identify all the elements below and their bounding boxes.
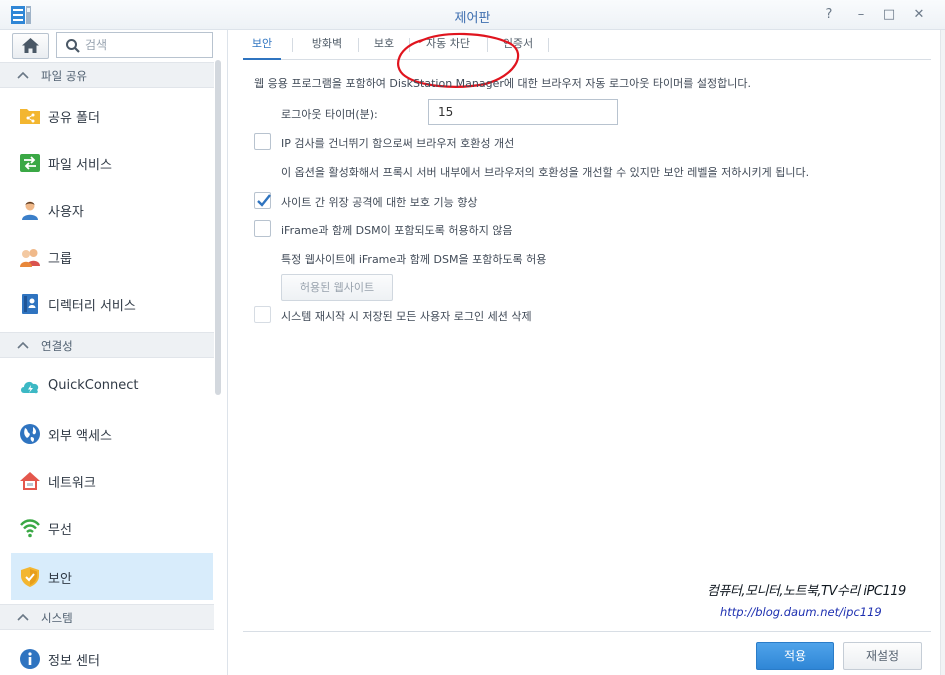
sidebar-item-label: 무선 (48, 523, 72, 538)
section-file-sharing[interactable]: 파일 공유 (0, 62, 214, 88)
tab-bar: 보안 방화벽 보호 자동 차단 인증서 (243, 30, 931, 60)
section-system[interactable]: 시스템 (0, 604, 214, 630)
tab-protection[interactable]: 보호 (364, 30, 404, 60)
quickconnect-icon (21, 381, 39, 394)
search-icon (66, 39, 80, 53)
clear-sessions-checkbox[interactable] (254, 306, 271, 323)
user-icon (22, 201, 38, 220)
sidebar-item-label: 네트워크 (48, 476, 96, 491)
tab-separator (292, 38, 293, 52)
sidebar-item-label: 파일 서비스 (48, 158, 112, 173)
sidebar-item-network[interactable]: 네트워크 (11, 457, 213, 504)
close-button[interactable]: ✕ (908, 5, 930, 25)
sidebar-item-group[interactable]: 그룹 (11, 233, 213, 280)
window-right-edge (940, 30, 945, 675)
section-label: 연결성 (41, 339, 73, 353)
directory-service-icon (22, 294, 38, 314)
tab-separator (548, 38, 549, 52)
sidebar-item-info-center[interactable]: 정보 센터 (11, 635, 213, 675)
sidebar-item-external-access[interactable]: 외부 액세스 (11, 410, 213, 457)
watermark-text: 컴퓨터,모니터,노트북,TV수리 iPC119 (707, 584, 906, 599)
tab-separator (358, 38, 359, 52)
external-access-icon (20, 424, 40, 444)
group-icon (20, 249, 40, 267)
search-input[interactable] (85, 36, 205, 54)
csrf-protection-checkbox[interactable] (254, 192, 271, 209)
sidebar-item-label: 디렉터리 서비스 (48, 299, 136, 314)
watermark-link: http://blog.daum.net/ipc119 (720, 605, 882, 619)
footer-bar: 적용 재설정 (243, 631, 931, 675)
section-label: 시스템 (41, 611, 73, 625)
tab-separator (409, 38, 410, 52)
network-icon (20, 472, 40, 490)
ip-check-note: 이 옵션을 활성화해서 프록시 서버 내부에서 브라우저의 호환성을 개선할 수… (281, 166, 810, 179)
description-text: 웹 응용 프로그램을 포함하여 DiskStation Manager에 대한 … (254, 77, 751, 90)
window-title: 제어판 (454, 11, 491, 26)
sidebar-item-shared-folder[interactable]: 공유 폴더 (11, 92, 213, 139)
main-panel: 보안 방화벽 보호 자동 차단 인증서 웹 응용 프로그램을 포함하여 Disk… (229, 30, 945, 675)
sidebar: 파일 공유 공유 폴더 파일 서비스 사용자 그룹 (0, 30, 228, 675)
sidebar-item-label: 정보 센터 (48, 654, 100, 669)
maximize-button[interactable]: □ (878, 5, 900, 25)
home-button[interactable] (12, 33, 49, 59)
sidebar-item-directory-service[interactable]: 디렉터리 서비스 (11, 280, 213, 327)
iframe-block-checkbox[interactable] (254, 220, 271, 237)
sidebar-item-label: 공유 폴더 (48, 111, 100, 126)
ip-check-label: IP 검사를 건너뛰기 함으로써 브라우저 호환성 개선 (281, 137, 515, 150)
sidebar-item-label: QuickConnect (48, 378, 139, 393)
chevron-up-icon (17, 341, 29, 349)
sidebar-item-label: 보안 (48, 572, 72, 587)
chevron-up-icon (17, 613, 29, 621)
shared-folder-icon (20, 109, 40, 124)
sidebar-item-wireless[interactable]: 무선 (11, 504, 213, 551)
sidebar-scrollbar[interactable] (215, 60, 221, 395)
checkmark-icon (257, 194, 271, 207)
sidebar-item-user[interactable]: 사용자 (11, 186, 213, 233)
logout-timer-label: 로그아웃 타이머(분): (281, 108, 378, 121)
logout-timer-input[interactable] (428, 99, 618, 125)
tab-security[interactable]: 보안 (243, 30, 281, 60)
tab-certificate[interactable]: 인증서 (493, 30, 543, 60)
security-icon (21, 567, 39, 587)
chevron-up-icon (17, 71, 29, 79)
sidebar-item-label: 그룹 (48, 252, 72, 267)
section-label: 파일 공유 (41, 69, 87, 83)
help-button[interactable]: ? (818, 5, 840, 25)
ip-check-checkbox[interactable] (254, 133, 271, 150)
tab-firewall[interactable]: 방화벽 (298, 30, 356, 60)
file-services-icon (20, 154, 40, 172)
section-connectivity[interactable]: 연결성 (0, 332, 214, 358)
search-field[interactable] (56, 32, 213, 58)
wireless-icon (20, 519, 40, 538)
sidebar-item-file-services[interactable]: 파일 서비스 (11, 139, 213, 186)
sidebar-item-security[interactable]: 보안 (11, 553, 213, 600)
allowed-websites-button[interactable]: 허용된 웹사이트 (281, 274, 393, 301)
sidebar-item-quickconnect[interactable]: QuickConnect (11, 363, 213, 410)
tab-separator (487, 38, 488, 52)
reset-button[interactable]: 재설정 (843, 642, 922, 670)
tab-auto-block[interactable]: 자동 차단 (415, 30, 481, 60)
title-bar: 제어판 ? – □ ✕ (0, 0, 945, 30)
apply-button[interactable]: 적용 (756, 642, 834, 670)
info-center-icon (20, 649, 40, 669)
iframe-allow-note: 특정 웹사이트에 iFrame과 함께 DSM을 포함하도록 허용 (281, 253, 547, 266)
sidebar-item-label: 외부 액세스 (48, 429, 112, 444)
clear-sessions-label: 시스템 재시작 시 저장된 모든 사용자 로그인 세션 삭제 (281, 310, 532, 323)
home-icon (22, 38, 39, 53)
csrf-protection-label: 사이트 간 위장 공격에 대한 보호 기능 향상 (281, 196, 478, 209)
minimize-button[interactable]: – (850, 5, 872, 25)
sidebar-item-label: 사용자 (48, 205, 84, 220)
iframe-block-label: iFrame과 함께 DSM이 포함되도록 허용하지 않음 (281, 224, 513, 237)
